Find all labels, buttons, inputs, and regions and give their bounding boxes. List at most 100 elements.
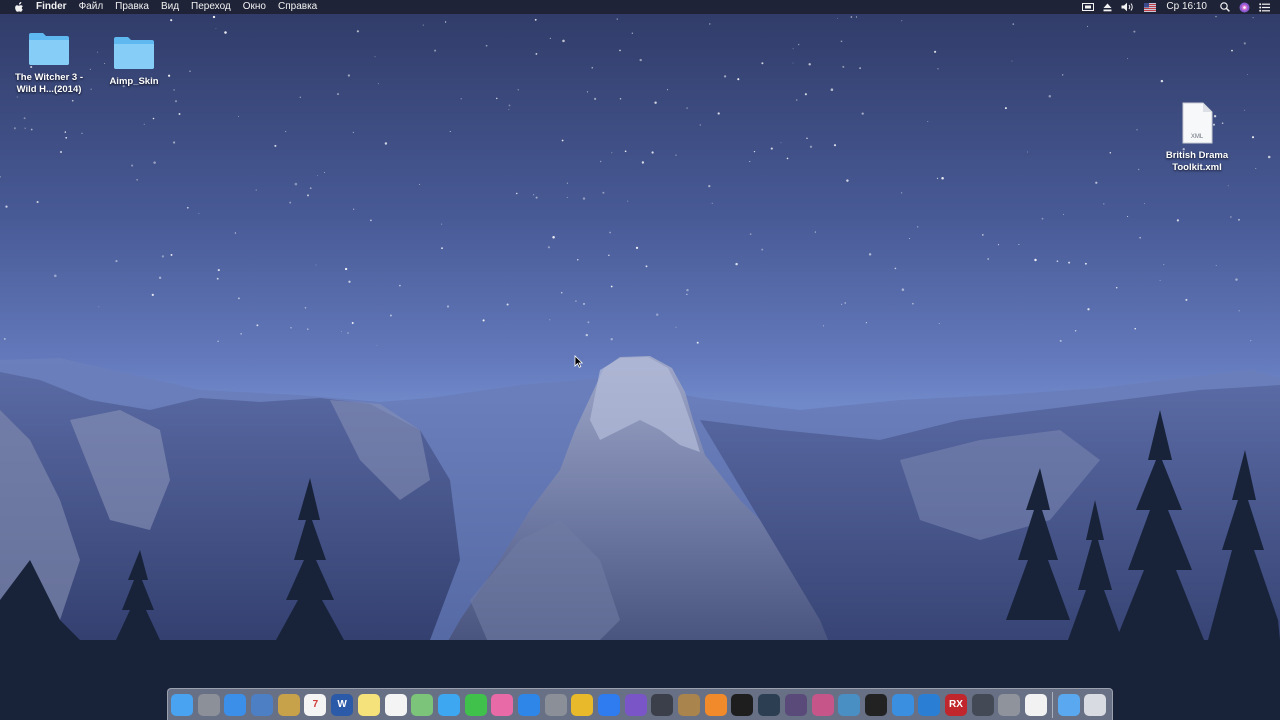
star	[158, 276, 162, 280]
messenger-icon[interactable]	[598, 693, 620, 716]
maps-icon[interactable]	[411, 693, 434, 716]
star	[850, 16, 853, 18]
messages-icon[interactable]	[437, 693, 460, 716]
launchpad-icon[interactable]	[197, 693, 220, 716]
wallpaper-image	[0, 0, 1280, 720]
final-cut-icon[interactable]	[784, 693, 807, 716]
screen-mirroring-icon[interactable]	[1082, 0, 1095, 14]
star	[1136, 129, 1138, 131]
fl-studio-icon[interactable]	[704, 693, 727, 716]
facetime-icon[interactable]	[464, 693, 487, 716]
textedit-icon[interactable]	[384, 693, 407, 716]
itunes-icon[interactable]	[491, 693, 514, 716]
desktop-item-label: British Drama Toolkit.xml	[1165, 150, 1229, 173]
star	[599, 160, 602, 163]
star	[13, 127, 16, 130]
unarchiver-icon[interactable]	[678, 693, 701, 716]
menu-file[interactable]: Файл	[79, 0, 104, 14]
garageband-icon[interactable]	[731, 693, 754, 716]
audio-hijack-icon[interactable]	[758, 693, 781, 716]
audio-analyzer-icon[interactable]	[918, 693, 941, 716]
siri-icon[interactable]	[1239, 0, 1250, 14]
menu-window[interactable]: Окно	[243, 0, 266, 14]
app-menu-finder[interactable]: Finder	[36, 0, 67, 14]
star	[855, 16, 858, 18]
compressor-icon[interactable]	[838, 693, 861, 716]
downloads-folder-icon[interactable]	[1057, 693, 1080, 716]
app-store-icon[interactable]	[517, 693, 540, 716]
rx-audio-icon[interactable]: RX	[944, 693, 967, 716]
menu-view[interactable]: Вид	[161, 0, 179, 14]
star	[561, 139, 564, 142]
star	[934, 50, 937, 53]
star	[547, 246, 550, 249]
desktop-item-xml-file[interactable]: XML British Drama Toolkit.xml	[1155, 102, 1239, 174]
star	[136, 179, 138, 181]
notes-folder-icon[interactable]	[277, 693, 300, 716]
spotlight-search-icon[interactable]	[1220, 0, 1230, 14]
star	[936, 177, 939, 180]
star	[635, 246, 639, 250]
star	[30, 128, 33, 131]
word-icon[interactable]: W	[331, 693, 354, 716]
star	[173, 89, 175, 91]
star	[938, 323, 940, 324]
menu-go[interactable]: Переход	[191, 0, 231, 14]
star	[449, 131, 451, 132]
star	[901, 20, 903, 22]
star	[711, 202, 713, 204]
notification-center-icon[interactable]	[1259, 0, 1270, 14]
star	[348, 280, 351, 283]
star	[131, 164, 134, 167]
piano-keys-icon[interactable]	[864, 693, 887, 716]
star	[735, 262, 738, 266]
star	[737, 78, 740, 81]
menu-help[interactable]: Справка	[278, 0, 317, 14]
desktop-item-witcher-folder[interactable]: The Witcher 3 - Wild H...(2014)	[7, 30, 91, 96]
star	[792, 48, 794, 50]
disk-utility-icon[interactable]	[971, 693, 994, 716]
star	[1012, 23, 1015, 25]
star	[761, 62, 764, 65]
menu-edit[interactable]: Правка	[115, 0, 149, 14]
safari-icon[interactable]	[224, 693, 247, 716]
star	[324, 172, 325, 173]
star	[1255, 168, 1257, 169]
chrome-icon[interactable]	[571, 693, 594, 716]
star	[212, 15, 216, 19]
star	[64, 131, 67, 133]
trash-icon[interactable]	[1084, 693, 1107, 716]
star	[1243, 42, 1246, 45]
folder-icon	[114, 37, 154, 69]
apple-menu-icon[interactable]	[12, 1, 26, 13]
system-preferences-icon[interactable]	[544, 693, 567, 716]
archive-utility-icon[interactable]	[651, 693, 674, 716]
star	[344, 267, 348, 271]
viber-icon[interactable]	[624, 693, 647, 716]
notes-icon[interactable]	[357, 693, 380, 716]
star	[809, 145, 813, 148]
motion-icon[interactable]	[811, 693, 834, 716]
menu-bar-clock[interactable]: Ср 16:10	[1166, 0, 1207, 14]
eject-icon[interactable]	[1103, 0, 1112, 14]
dock: 7 W RX	[167, 688, 1113, 720]
files-icon[interactable]	[891, 693, 914, 716]
star	[780, 142, 782, 144]
star	[686, 293, 688, 296]
finder-icon[interactable]	[171, 693, 193, 716]
calendar-icon[interactable]: 7	[304, 693, 327, 716]
star	[172, 141, 176, 144]
star	[1163, 264, 1165, 266]
desktop-item-aimp-skin-folder[interactable]: Aimp_Skin	[92, 34, 176, 88]
preview-icon[interactable]	[251, 693, 274, 716]
microphone-icon[interactable]	[998, 693, 1021, 716]
star	[566, 196, 568, 198]
star	[485, 44, 488, 47]
keyboard-layout-flag-icon[interactable]	[1144, 0, 1157, 14]
star	[1185, 298, 1188, 301]
star	[753, 150, 756, 153]
document-icon[interactable]	[1025, 693, 1047, 716]
volume-icon[interactable]	[1121, 0, 1135, 14]
star	[336, 93, 340, 96]
star	[582, 197, 586, 200]
